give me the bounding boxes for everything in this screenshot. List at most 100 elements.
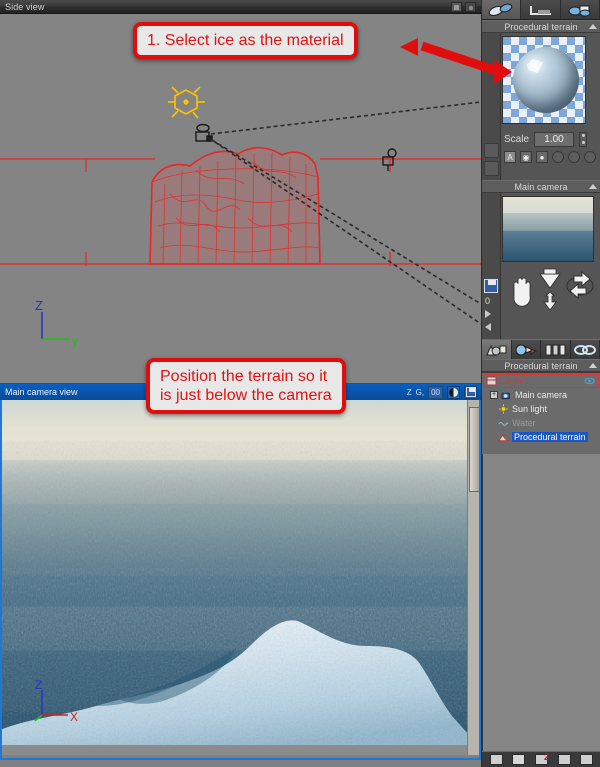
render-bars-icon	[545, 344, 566, 355]
scale-control-row: Scale 1.00	[504, 130, 599, 148]
play-back-icon[interactable]	[485, 323, 491, 331]
svg-text:Z: Z	[35, 298, 43, 313]
side-view-title: Side view	[5, 1, 45, 12]
objects-tab[interactable]	[482, 340, 512, 359]
tree-node-label: Main camera	[515, 390, 568, 400]
a-button[interactable]: A	[504, 151, 516, 163]
render-quality-icon[interactable]	[447, 385, 460, 399]
orbit-up-icon[interactable]	[539, 268, 561, 289]
camera-panel: Main camera 0	[482, 180, 600, 339]
main-camera-render[interactable]: Z X	[0, 400, 477, 755]
scene-tree-empty-area[interactable]	[482, 454, 600, 767]
terrain-icon	[498, 434, 509, 442]
tree-node-main-camera[interactable]: + Main camera	[482, 388, 600, 402]
grid-indicator[interactable]: G,	[416, 386, 424, 399]
camera-panel-header[interactable]: Main camera	[482, 180, 600, 193]
links-tab[interactable]	[570, 340, 600, 359]
move-down-icon[interactable]	[543, 291, 557, 311]
rotate-icon[interactable]	[566, 271, 594, 299]
render-scrollbar[interactable]	[467, 400, 481, 755]
callout-text: Position the terrain so it is just below…	[160, 368, 332, 404]
panel-bottom-toolbar	[482, 751, 600, 767]
arrange-icon[interactable]	[580, 754, 594, 765]
save-icon[interactable]	[464, 385, 477, 399]
svg-text:Z: Z	[35, 678, 42, 692]
scale-input[interactable]: 1.00	[534, 131, 575, 147]
lights-icon	[515, 344, 537, 355]
svg-text:X: X	[70, 710, 78, 724]
brush-button[interactable]	[568, 151, 580, 163]
paint-button[interactable]	[552, 151, 564, 163]
scale-stepper[interactable]	[579, 131, 588, 147]
camera-panel-title: Main camera	[514, 181, 568, 192]
chain-icon	[573, 344, 596, 355]
globe-button[interactable]	[584, 151, 596, 163]
shapes-icon	[486, 344, 507, 355]
collapse-caret-icon[interactable]	[589, 184, 597, 189]
copy-icon[interactable]	[484, 161, 499, 176]
render-scrollbar-thumb[interactable]	[469, 407, 480, 492]
application-window: Side view Z y Main camera view Z G, 00 Z…	[0, 0, 600, 767]
tree-node-sun-light[interactable]: Sun light	[482, 402, 600, 416]
side-view-titlebar-icons	[451, 1, 481, 12]
tree-node-label: Water	[512, 418, 536, 428]
sphere-star-icon[interactable]	[484, 143, 499, 158]
scale-label: Scale	[504, 133, 530, 145]
ruler-icon	[530, 5, 552, 15]
tree-node-water[interactable]: Water	[482, 416, 600, 430]
layer-label: Layer 1	[500, 376, 531, 386]
tree-node-label: Sun light	[512, 404, 548, 414]
side-view-axis-gizmo: Z y	[35, 298, 78, 348]
preview-toggle-button[interactable]: ◉	[520, 151, 532, 163]
water-icon	[498, 422, 509, 426]
lighting-tab[interactable]	[511, 340, 541, 359]
materials-tab[interactable]	[482, 0, 522, 19]
frame-counter[interactable]: 00	[428, 385, 443, 399]
camera-preview-sea-near	[503, 231, 593, 261]
scene-tree-layer-row[interactable]: Layer 1	[483, 374, 599, 388]
ice-sphere	[513, 47, 579, 113]
terrain-tab[interactable]	[521, 0, 561, 19]
collapse-caret-icon[interactable]	[589, 363, 597, 368]
callout-text: 1. Select ice as the material	[147, 32, 344, 49]
main-camera-view-title: Main camera view	[5, 387, 78, 397]
play-forward-icon[interactable]	[485, 310, 491, 318]
render-tab[interactable]	[541, 340, 571, 359]
capsule-icon	[488, 3, 513, 16]
atmosphere-tab[interactable]	[560, 0, 600, 19]
panel-top-tabs	[482, 0, 600, 20]
layer-icon	[486, 376, 497, 386]
pan-hand-icon[interactable]	[513, 277, 531, 307]
svg-text:y: y	[72, 334, 78, 348]
tree-node-procedural-terrain[interactable]: Procedural terrain	[482, 430, 600, 444]
trash-icon[interactable]	[512, 754, 526, 765]
callout-select-ice: 1. Select ice as the material	[133, 22, 358, 59]
save-icon[interactable]	[484, 279, 498, 293]
collapse-caret-icon[interactable]	[589, 24, 597, 29]
expander-icon[interactable]: +	[490, 391, 498, 399]
right-panel: Procedural terrain Scale 1.00 A ◉ ● Main…	[481, 0, 600, 767]
material-preview[interactable]	[502, 36, 586, 124]
side-viewport[interactable]: Z y	[0, 14, 481, 383]
material-panel-header[interactable]: Procedural terrain	[482, 20, 600, 33]
terrain-wireframe	[149, 146, 321, 265]
material-button-row: A ◉ ●	[504, 151, 596, 163]
scene-tree-header[interactable]: Procedural terrain	[482, 359, 600, 372]
ghost-button[interactable]: ●	[536, 151, 548, 163]
camera-icon	[501, 391, 510, 400]
side-view-titlebar[interactable]: Side view	[0, 0, 481, 14]
sun-icon	[498, 404, 509, 414]
group-icon[interactable]	[557, 754, 571, 765]
camera-preview[interactable]	[502, 196, 594, 262]
scene-tree: Layer 1 + Main camera Sun light Water Pr…	[482, 372, 600, 454]
duplicate-2-icon[interactable]	[534, 752, 549, 765]
axis-indicator[interactable]: Z	[407, 386, 412, 399]
new-icon[interactable]	[489, 754, 503, 765]
side-viewport-canvas: Z y	[0, 86, 481, 348]
material-side-toolbar	[482, 33, 501, 180]
window-icon[interactable]	[451, 1, 462, 12]
camera-preview-sea-far	[503, 213, 593, 233]
render-bottom-bar	[0, 745, 477, 755]
camera-icon[interactable]	[465, 1, 476, 12]
visibility-icon[interactable]	[584, 377, 595, 385]
